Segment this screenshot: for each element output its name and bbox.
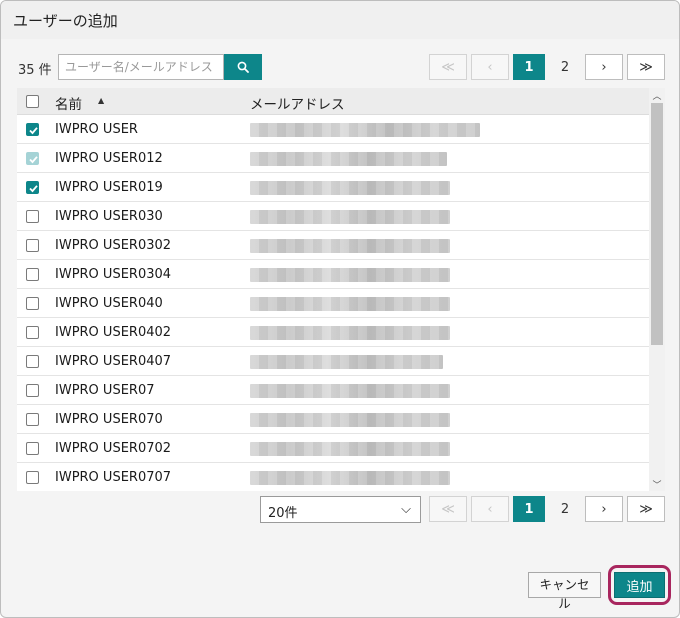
table-scrollbar[interactable]: ︿ ﹀ — [649, 88, 665, 491]
add-user-dialog: ユーザーの追加 35 件 ≪ ‹ 1 2 › ≫ 名前 ▲ メールアドレス IW… — [0, 0, 680, 618]
user-name: IWPRO USER019 — [55, 180, 163, 195]
chevron-down-icon: ⌵ — [401, 502, 411, 517]
first-page-button[interactable]: ≪ — [429, 54, 467, 80]
user-email-redacted — [250, 297, 450, 311]
user-email-redacted — [250, 471, 450, 485]
user-name: IWPRO USER0402 — [55, 325, 172, 340]
table-row[interactable]: IWPRO USER07 — [17, 376, 649, 405]
search-icon — [237, 61, 249, 73]
user-name: IWPRO USER0702 — [55, 441, 172, 456]
user-name: IWPRO USER — [55, 122, 138, 137]
user-email-redacted — [250, 268, 450, 282]
row-checkbox[interactable] — [26, 268, 39, 281]
row-checkbox — [26, 152, 39, 165]
user-name: IWPRO USER012 — [55, 151, 163, 166]
sort-ascending-icon: ▲ — [98, 96, 105, 105]
user-email-redacted — [250, 442, 450, 456]
user-name: IWPRO USER070 — [55, 412, 163, 427]
scrollbar-thumb[interactable] — [651, 103, 663, 345]
scroll-down-arrow-icon[interactable]: ﹀ — [649, 477, 665, 491]
table-row[interactable]: IWPRO USER0402 — [17, 318, 649, 347]
dialog-titlebar: ユーザーの追加 — [1, 1, 679, 39]
row-checkbox[interactable] — [26, 297, 39, 310]
table-row[interactable]: IWPRO USER0304 — [17, 260, 649, 289]
table-row[interactable]: IWPRO USER012 — [17, 144, 649, 173]
table-row[interactable]: IWPRO USER0702 — [17, 434, 649, 463]
row-checkbox[interactable] — [26, 181, 39, 194]
check-icon — [29, 185, 38, 193]
table-row[interactable]: IWPRO USER040 — [17, 289, 649, 318]
user-name: IWPRO USER0707 — [55, 470, 172, 485]
user-name: IWPRO USER040 — [55, 296, 163, 311]
search-button[interactable] — [224, 54, 262, 80]
table-row[interactable]: IWPRO USER030 — [17, 202, 649, 231]
table-header: 名前 ▲ メールアドレス — [17, 88, 649, 115]
next-page-button[interactable]: › — [585, 54, 623, 80]
next-page-button[interactable]: › — [585, 496, 623, 522]
table-row[interactable]: IWPRO USER0407 — [17, 347, 649, 376]
column-header-email[interactable]: メールアドレス — [250, 93, 345, 113]
last-page-button[interactable]: ≫ — [627, 54, 665, 80]
row-checkbox[interactable] — [26, 326, 39, 339]
row-checkbox[interactable] — [26, 384, 39, 397]
cancel-button[interactable]: キャンセル — [528, 572, 601, 611]
check-icon — [29, 127, 38, 135]
row-checkbox[interactable] — [26, 355, 39, 368]
dialog-title: ユーザーの追加 — [13, 12, 118, 30]
user-email-redacted — [250, 210, 450, 224]
result-count: 35 件 — [18, 63, 52, 78]
user-email-redacted — [250, 181, 450, 195]
per-page-value: 20件 — [268, 506, 298, 521]
row-checkbox[interactable] — [26, 413, 39, 426]
last-page-button[interactable]: ≫ — [627, 496, 665, 522]
pagination-top: ≪ ‹ 1 2 › ≫ — [429, 54, 665, 80]
user-email-redacted — [250, 355, 443, 369]
scroll-up-arrow-icon[interactable]: ︿ — [649, 88, 665, 102]
user-name: IWPRO USER07 — [55, 383, 155, 398]
table-row[interactable]: IWPRO USER — [17, 115, 649, 144]
table-row[interactable]: IWPRO USER0707 — [17, 463, 649, 491]
search-input[interactable] — [58, 54, 224, 80]
add-button[interactable]: 追加 — [614, 572, 665, 598]
user-email-redacted — [250, 413, 450, 427]
table-row[interactable]: IWPRO USER0302 — [17, 231, 649, 260]
user-name: IWPRO USER0302 — [55, 238, 172, 253]
pagination-bottom: ≪ ‹ 1 2 › ≫ — [429, 496, 665, 522]
user-name: IWPRO USER030 — [55, 209, 163, 224]
column-header-name[interactable]: 名前 — [55, 93, 82, 113]
first-page-button[interactable]: ≪ — [429, 496, 467, 522]
page-1-button[interactable]: 1 — [513, 54, 545, 80]
per-page-select[interactable]: 20件 ⌵ — [260, 496, 421, 523]
user-name: IWPRO USER0407 — [55, 354, 172, 369]
page-1-button[interactable]: 1 — [513, 496, 545, 522]
prev-page-button[interactable]: ‹ — [471, 496, 509, 522]
row-checkbox[interactable] — [26, 471, 39, 484]
row-checkbox[interactable] — [26, 123, 39, 136]
user-email-redacted — [250, 384, 450, 398]
table-row[interactable]: IWPRO USER070 — [17, 405, 649, 434]
check-icon — [29, 156, 38, 164]
user-name: IWPRO USER0304 — [55, 267, 172, 282]
user-table: 名前 ▲ メールアドレス IWPRO USER IWPRO USER012 IWPR… — [17, 88, 665, 491]
prev-page-button[interactable]: ‹ — [471, 54, 509, 80]
row-checkbox[interactable] — [26, 239, 39, 252]
table-row[interactable]: IWPRO USER019 — [17, 173, 649, 202]
page-2-button[interactable]: 2 — [549, 496, 581, 522]
row-checkbox[interactable] — [26, 442, 39, 455]
row-checkbox[interactable] — [26, 210, 39, 223]
page-2-button[interactable]: 2 — [549, 54, 581, 80]
user-email-redacted — [250, 239, 450, 253]
user-email-redacted — [250, 123, 480, 137]
user-email-redacted — [250, 152, 447, 166]
select-all-checkbox[interactable] — [26, 95, 39, 108]
user-email-redacted — [250, 326, 450, 340]
